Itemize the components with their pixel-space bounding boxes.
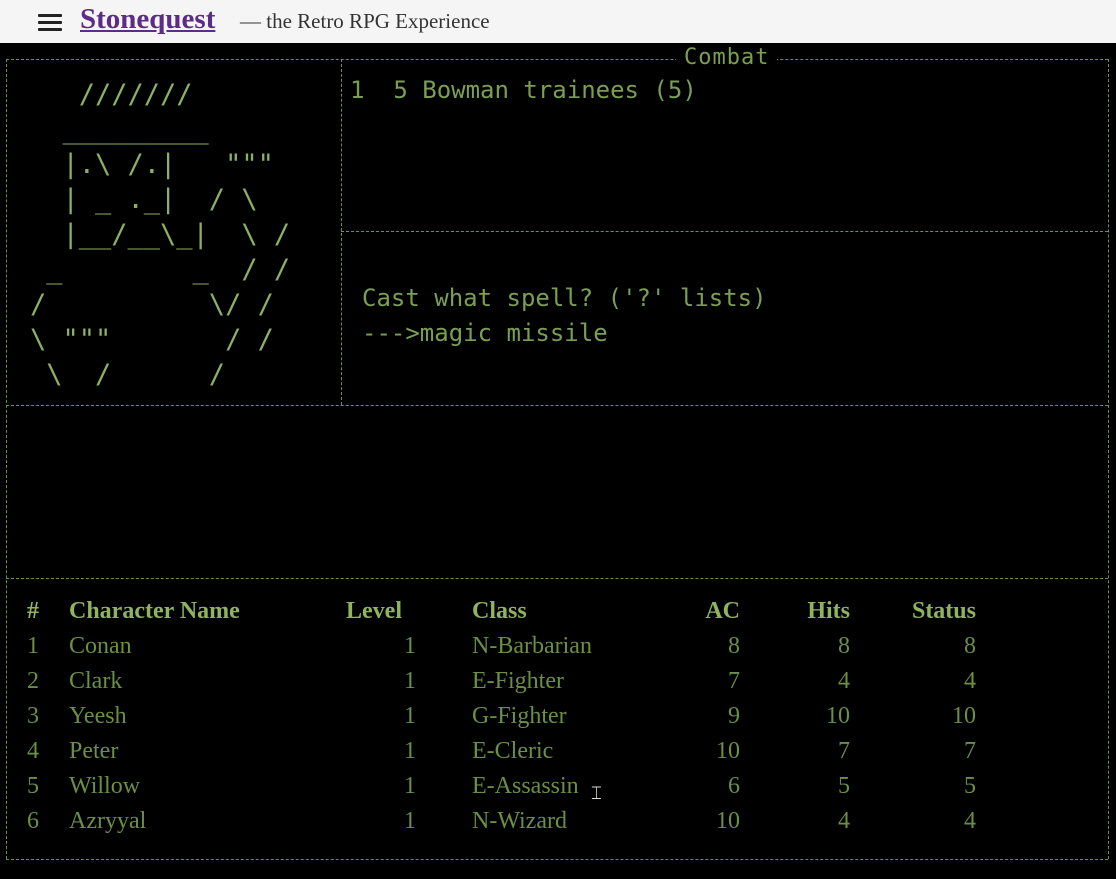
character-hits: 4 [838, 668, 850, 694]
upper-panel-divider [6, 405, 1108, 406]
character-ac: 9 [728, 703, 740, 729]
character-hits: 10 [826, 703, 850, 729]
character-status: 8 [964, 633, 976, 659]
character-ac: 6 [728, 773, 740, 799]
header-level: Level [346, 598, 402, 624]
character-ac: 7 [728, 668, 740, 694]
party-roster: # Character Name Level Class AC Hits Sta… [0, 598, 1116, 858]
character-ac: 10 [716, 738, 740, 764]
character-hits: 4 [838, 808, 850, 834]
character-level: 1 [404, 703, 416, 729]
character-status: 4 [964, 808, 976, 834]
encounter-divider [341, 231, 1108, 232]
character-level: 1 [404, 668, 416, 694]
frame-bottom-border [6, 859, 1108, 860]
character-class: G-Fighter [472, 703, 567, 729]
character-name: Conan [69, 633, 132, 659]
character-hits: 5 [838, 773, 850, 799]
header-character-name: Character Name [69, 598, 240, 624]
character-level: 1 [404, 773, 416, 799]
frame-top-border [6, 59, 1108, 60]
header-status: Status [911, 598, 976, 624]
character-level: 1 [404, 738, 416, 764]
character-hits: 7 [838, 738, 850, 764]
character-status: 5 [964, 773, 976, 799]
row-number: 2 [27, 668, 39, 694]
character-class: N-Wizard [472, 808, 567, 834]
header-hits: Hits [807, 598, 850, 624]
character-status: 4 [964, 668, 976, 694]
hamburger-menu-icon[interactable] [38, 12, 62, 32]
character-name: Azryyal [69, 808, 147, 834]
party-panel-divider [6, 578, 1108, 579]
header-number: # [27, 598, 39, 624]
encounter-line: 1 5 Bowman trainees (5) [350, 76, 697, 104]
character-name: Peter [69, 738, 119, 764]
row-number: 3 [27, 703, 39, 729]
character-hits: 8 [838, 633, 850, 659]
character-name: Clark [69, 668, 123, 694]
row-number: 5 [27, 773, 39, 799]
spell-prompt: Cast what spell? ('?' lists) [362, 284, 767, 312]
top-bar: Stonequest — the Retro RPG Experience [0, 0, 1116, 43]
combat-frame-title: Combat [676, 45, 778, 70]
row-number: 6 [27, 808, 39, 834]
header-ac: AC [705, 598, 740, 624]
character-name: Willow [69, 773, 141, 799]
character-class: N-Barbarian [472, 633, 592, 659]
row-number: 4 [27, 738, 39, 764]
character-ac: 8 [728, 633, 740, 659]
command-input[interactable]: --->magic missile [362, 319, 608, 347]
character-ac: 10 [716, 808, 740, 834]
art-panel-divider [341, 59, 342, 405]
character-class: E-Fighter [472, 668, 564, 694]
site-subtitle: — the Retro RPG Experience [240, 9, 490, 33]
character-level: 1 [404, 633, 416, 659]
site-title-link[interactable]: Stonequest [80, 3, 215, 36]
character-level: 1 [404, 808, 416, 834]
character-class: E-Assassin [472, 773, 579, 799]
header-class: Class [472, 598, 527, 624]
text-cursor-icon: ⌶ [591, 783, 602, 804]
character-class: E-Cleric [472, 738, 554, 764]
row-number: 1 [27, 633, 39, 659]
character-status: 7 [964, 738, 976, 764]
character-name: Yeesh [69, 703, 127, 729]
monster-ascii-art: /////// _________ |.\ /.| """ | _ ._| / … [30, 79, 291, 390]
character-status: 10 [952, 703, 976, 729]
